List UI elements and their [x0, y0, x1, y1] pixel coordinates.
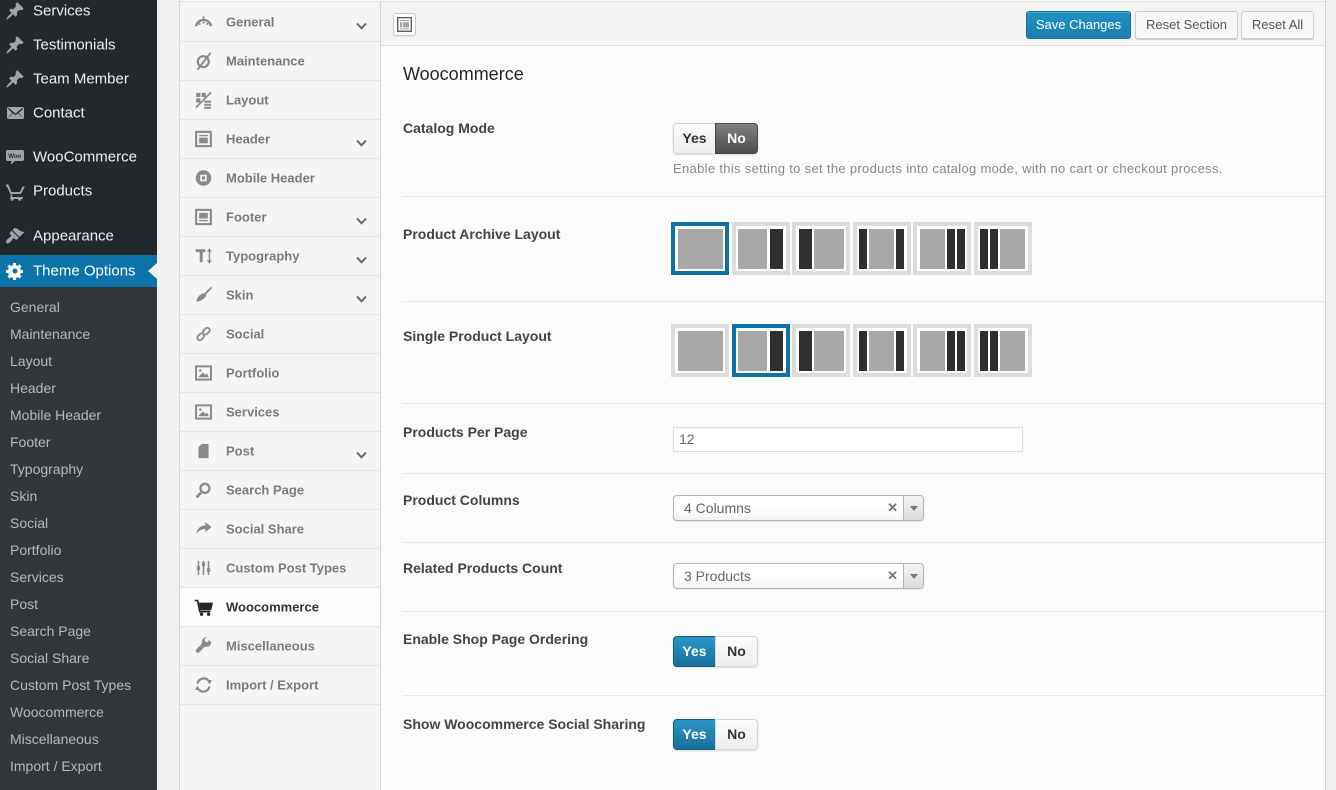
- svg-text:Woo: Woo: [8, 154, 21, 160]
